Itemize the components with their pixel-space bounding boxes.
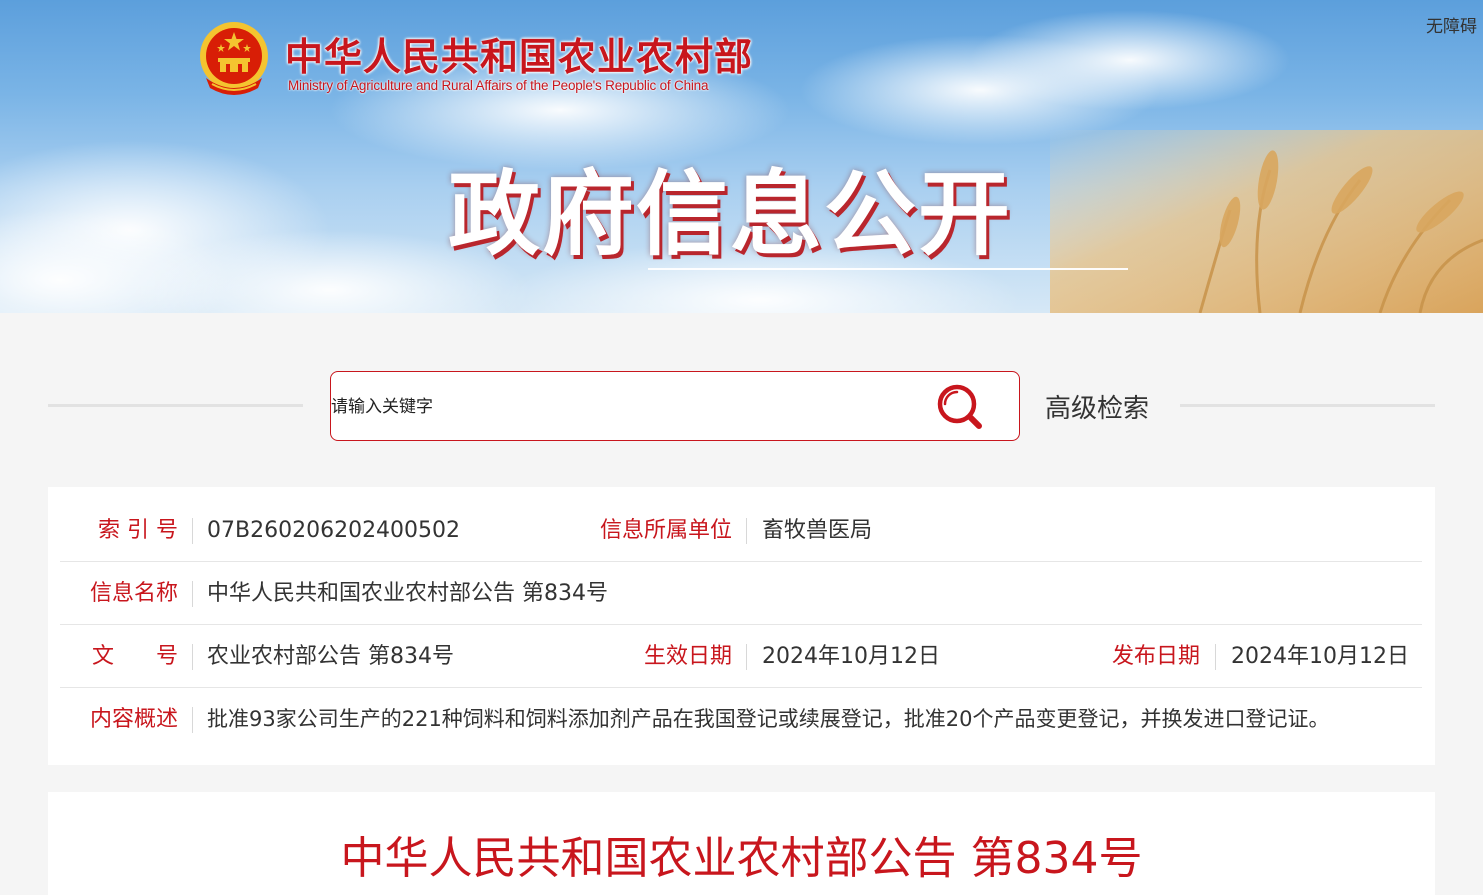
- info-row-index: 索 引 号 07B260206202400502 信息所属单位 畜牧兽医局: [60, 499, 1422, 562]
- search-input[interactable]: [331, 392, 921, 422]
- info-row-docno: 文 号 农业农村部公告 第834号 生效日期 2024年10月12日 发布日期 …: [60, 625, 1422, 688]
- effective-date-value: 2024年10月12日: [762, 644, 940, 669]
- name-label: 信息名称: [89, 581, 178, 606]
- separator: [192, 644, 193, 670]
- divider-right: [1180, 404, 1435, 407]
- article-title: 中华人民共和国农业农村部公告 第834号: [340, 833, 1143, 884]
- search-icon[interactable]: [936, 383, 986, 431]
- section-title: 政府信息公开: [448, 161, 1013, 268]
- advanced-search-link[interactable]: 高级检索: [1045, 388, 1149, 425]
- accessibility-link[interactable]: 无障碍: [1426, 12, 1477, 37]
- divider-left: [48, 404, 303, 407]
- index-label: 索 引 号: [98, 518, 178, 543]
- summary-label: 内容概述: [89, 707, 178, 732]
- article-card: 中华人民共和国农业农村部公告 第834号: [48, 792, 1435, 895]
- publish-date-value: 2024年10月12日: [1231, 644, 1409, 669]
- publish-date-label: 发布日期: [1111, 644, 1200, 669]
- doc-no-label: 文 号: [92, 644, 178, 669]
- unit-label: 信息所属单位: [599, 518, 732, 543]
- index-value: 07B260206202400502: [207, 518, 461, 543]
- info-row-summary: 内容概述 批准93家公司生产的221种饲料和饲料添加剂产品在我国登记或续展登记，…: [60, 688, 1422, 751]
- info-table: 索 引 号 07B260206202400502 信息所属单位 畜牧兽医局 信息…: [48, 487, 1435, 765]
- separator: [192, 707, 193, 733]
- separator: [746, 644, 747, 670]
- name-value: 中华人民共和国农业农村部公告 第834号: [207, 581, 608, 606]
- summary-value: 批准93家公司生产的221种饲料和饲料添加剂产品在我国登记或续展登记，批准20个…: [207, 707, 1330, 731]
- search-box: [330, 371, 1020, 441]
- ministry-name-cn: 中华人民共和国农业农村部: [285, 34, 754, 79]
- title-underline: [648, 268, 1128, 270]
- separator: [192, 581, 193, 607]
- effective-date-label: 生效日期: [643, 644, 732, 669]
- ministry-name-en: Ministry of Agriculture and Rural Affair…: [288, 78, 709, 93]
- unit-value: 畜牧兽医局: [762, 518, 873, 543]
- header-banner: 无障碍 中华人民共和国农业农村部 Ministry of Agriculture…: [0, 0, 1483, 313]
- separator: [746, 518, 747, 544]
- separator: [192, 518, 193, 544]
- separator: [1215, 644, 1216, 670]
- info-row-name: 信息名称 中华人民共和国农业农村部公告 第834号: [60, 562, 1422, 625]
- national-emblem-icon: [200, 22, 268, 95]
- doc-no-value: 农业农村部公告 第834号: [207, 644, 454, 669]
